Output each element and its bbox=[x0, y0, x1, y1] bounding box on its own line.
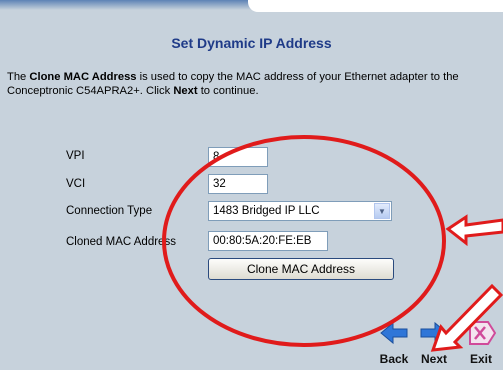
page-title: Set Dynamic IP Address bbox=[171, 35, 332, 51]
select-chevron-down-icon[interactable]: ▼ bbox=[374, 203, 390, 219]
vpi-label: VPI bbox=[66, 150, 85, 162]
intro-part-1: The bbox=[7, 71, 30, 83]
vpi-input[interactable] bbox=[208, 147, 268, 167]
back-arrow-icon bbox=[380, 321, 408, 345]
next-arrow-icon bbox=[420, 321, 448, 345]
cloned-mac-label: Cloned MAC Address bbox=[66, 236, 176, 248]
next-button[interactable]: Next bbox=[419, 318, 449, 366]
exit-label: Exit bbox=[469, 352, 492, 366]
connection-type-value: 1483 Bridged IP LLC bbox=[213, 205, 320, 217]
top-banner-tab bbox=[248, 0, 503, 12]
connection-type-select[interactable]: 1483 Bridged IP LLC ▼ bbox=[208, 201, 392, 221]
intro-part-3: to continue. bbox=[197, 85, 259, 97]
back-label: Back bbox=[379, 352, 409, 366]
exit-x-icon bbox=[469, 321, 497, 345]
vci-input[interactable] bbox=[208, 174, 268, 194]
intro-bold-clone-mac: Clone MAC Address bbox=[29, 71, 137, 83]
clone-mac-button[interactable]: Clone MAC Address bbox=[208, 258, 394, 280]
connection-type-label: Connection Type bbox=[66, 205, 153, 217]
back-button[interactable]: Back bbox=[379, 318, 409, 366]
vci-label: VCI bbox=[66, 178, 86, 190]
cloned-mac-input[interactable] bbox=[208, 231, 328, 251]
intro-bold-next: Next bbox=[173, 85, 198, 97]
exit-button[interactable]: Exit bbox=[466, 318, 497, 366]
next-label: Next bbox=[420, 352, 447, 366]
annotation-arrow-right bbox=[445, 214, 503, 247]
intro-text: The Clone MAC Address is used to copy th… bbox=[7, 70, 462, 98]
